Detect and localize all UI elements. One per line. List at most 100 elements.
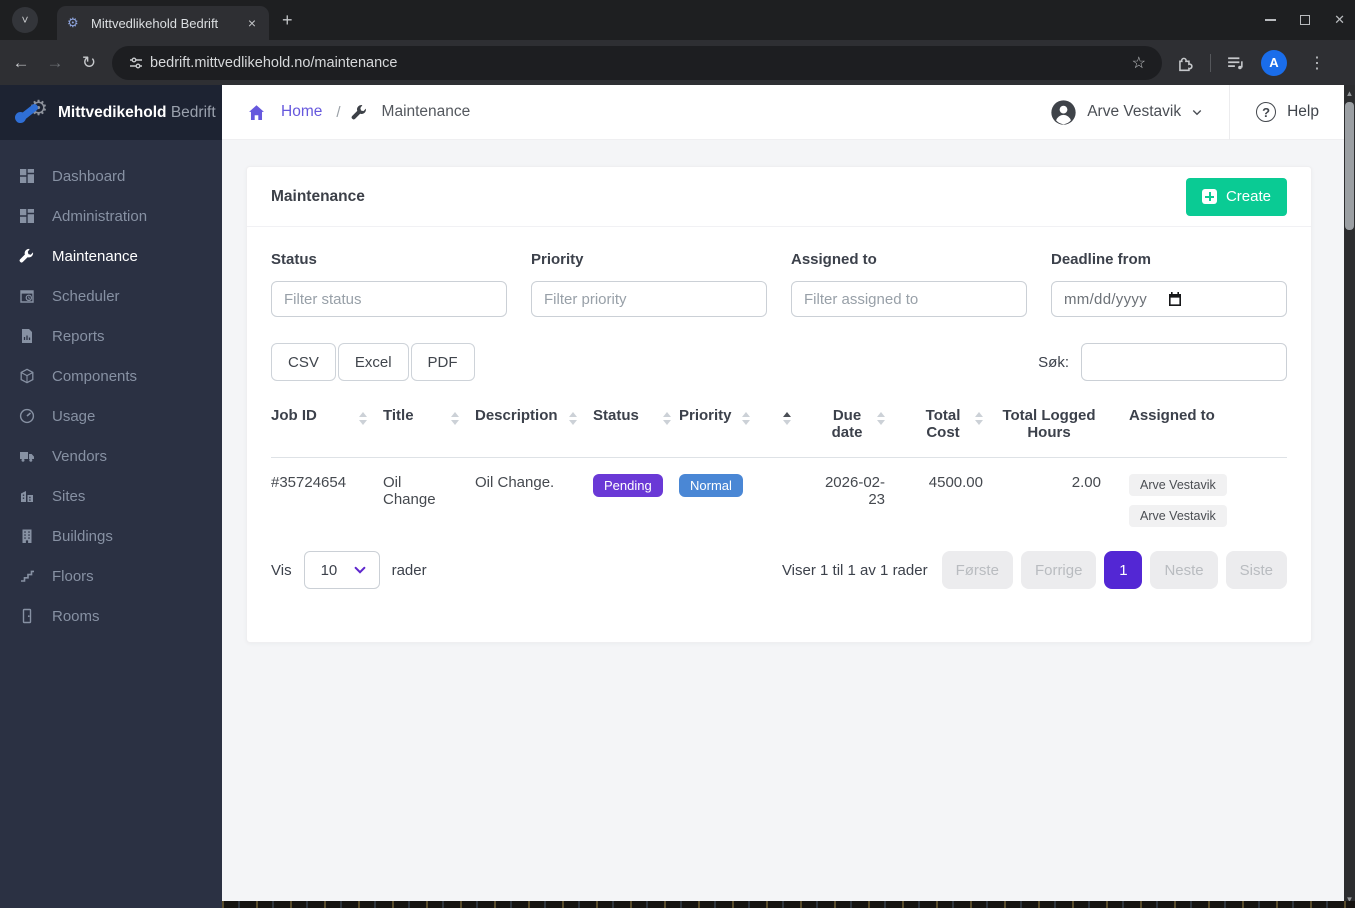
minimize-icon[interactable] — [1265, 19, 1277, 21]
header-label: Due date — [831, 407, 863, 441]
sidebar-item-maintenance[interactable]: Maintenance — [0, 236, 222, 276]
tab-title: Mittvedlikehold Bedrift — [91, 15, 219, 31]
media-controls-icon[interactable] — [1227, 54, 1245, 72]
tools-row: CSV Excel PDF Søk: — [271, 343, 1287, 381]
priority-badge: Normal — [679, 474, 743, 497]
filter-priority-input[interactable] — [531, 281, 767, 317]
reload-icon[interactable]: ↻ — [72, 53, 106, 73]
sidebar-item-label: Buildings — [52, 527, 113, 545]
new-tab-button[interactable]: + — [282, 10, 293, 30]
export-csv-button[interactable]: CSV — [271, 343, 336, 381]
sidebar-item-scheduler[interactable]: Scheduler — [0, 276, 222, 316]
search-input[interactable] — [1081, 343, 1287, 381]
sort-icon — [359, 412, 367, 425]
table-search: Søk: — [1038, 343, 1287, 381]
sidebar-item-dashboard[interactable]: Dashboard — [0, 156, 222, 196]
topbar-right: Arve Vestavik ? Help — [1050, 84, 1355, 140]
pagination-last-button[interactable]: Siste — [1225, 551, 1287, 589]
tab-close-icon[interactable]: × — [245, 15, 259, 31]
header-label: Job ID — [271, 407, 317, 424]
bookmark-star-icon[interactable]: ☆ — [1132, 53, 1150, 73]
filter-assigned-group: Assigned to — [791, 251, 1027, 317]
column-header-total-logged-hours[interactable]: Total Logged Hours — [983, 399, 1101, 457]
sort-icon — [741, 412, 750, 425]
filter-assigned-input[interactable] — [791, 281, 1027, 317]
scroll-up-icon[interactable]: ▲ — [1344, 89, 1355, 98]
building-icon — [22, 529, 32, 543]
administration-icon — [20, 209, 34, 223]
column-header-due-date[interactable]: Due date — [797, 399, 885, 457]
sort-icon — [451, 412, 459, 425]
calendar-icon[interactable] — [1167, 291, 1183, 307]
brand-text: Mittvedikehold Bedrift — [58, 104, 216, 122]
column-header-title[interactable]: Title — [383, 399, 475, 457]
pagination-page-1-button[interactable]: 1 — [1104, 551, 1143, 589]
pagination-first-button[interactable]: Første — [941, 551, 1013, 589]
home-icon[interactable] — [248, 104, 265, 121]
filter-priority-label: Priority — [531, 251, 584, 268]
back-icon[interactable]: ← — [4, 53, 38, 73]
brand-light: Bedrift — [170, 103, 216, 121]
table-footer: Vis 10 rader Viser 1 til 1 av 1 rader Fø… — [271, 551, 1287, 589]
window-controls: ✕ — [1265, 0, 1345, 40]
sidebar-item-rooms[interactable]: Rooms — [0, 596, 222, 636]
filters-row: Status Priority Assigned to Deadline fro… — [271, 251, 1287, 317]
help-button[interactable]: ? Help — [1230, 102, 1355, 122]
cube-icon — [20, 368, 34, 384]
table-row[interactable]: #35724654 Oil Change Oil Change. Pending… — [271, 458, 1287, 535]
active-sort-ascending-icon — [783, 412, 791, 425]
create-button[interactable]: Create — [1185, 177, 1287, 216]
sidebar-item-components[interactable]: Components — [0, 356, 222, 396]
close-icon[interactable]: ✕ — [1334, 12, 1345, 28]
page-size-suffix: rader — [391, 561, 427, 579]
sidebar-item-floors[interactable]: Floors — [0, 556, 222, 596]
column-header-job-id[interactable]: Job ID — [271, 399, 383, 457]
filter-status-label: Status — [271, 251, 317, 268]
browser-tab[interactable]: ⚙ Mittvedlikehold Bedrift × — [57, 6, 269, 40]
site-controls-icon[interactable] — [128, 55, 144, 71]
cell-job-id: #35724654 — [271, 474, 347, 491]
forward-icon[interactable]: → — [38, 53, 72, 73]
browser-menu-icon[interactable]: ⋮ — [1303, 53, 1331, 73]
sidebar-item-usage[interactable]: Usage — [0, 396, 222, 436]
pagination-previous-button[interactable]: Forrige — [1020, 551, 1097, 589]
sidebar-item-label: Floors — [52, 567, 94, 585]
maximize-icon[interactable] — [1300, 15, 1311, 25]
export-excel-button[interactable]: Excel — [337, 343, 409, 381]
user-name: Arve Vestavik — [1087, 103, 1182, 120]
toolbar-right: A ⋮ — [1176, 49, 1331, 76]
column-header-description[interactable]: Description — [475, 399, 593, 457]
column-header-total-cost[interactable]: Total Cost — [885, 399, 983, 457]
sidebar-item-buildings[interactable]: Buildings — [0, 516, 222, 556]
sidebar-item-sites[interactable]: Sites — [0, 476, 222, 516]
page-scrollbar[interactable]: ▲ ▼ — [1344, 85, 1355, 908]
sidebar-item-vendors[interactable]: Vendors — [0, 436, 222, 476]
user-menu[interactable]: Arve Vestavik — [1050, 99, 1229, 126]
url-bar[interactable]: bedrift.mittvedlikehold.no/maintenance ☆ — [112, 45, 1162, 80]
sidebar-item-label: Rooms — [52, 607, 100, 625]
cell-due-date: 2026-02-23 — [797, 458, 885, 535]
chevron-down-icon: ˅ — [21, 13, 29, 27]
header-label: Assigned to — [1129, 407, 1215, 424]
breadcrumb-home-link[interactable]: Home — [281, 103, 322, 121]
page-size-select[interactable]: 10 — [303, 551, 380, 589]
sidebar-item-reports[interactable]: Reports — [0, 316, 222, 356]
filter-status-input[interactable] — [271, 281, 507, 317]
export-pdf-button[interactable]: PDF — [410, 343, 475, 381]
extensions-icon[interactable] — [1176, 54, 1194, 72]
breadcrumb-separator: / — [336, 103, 341, 121]
column-header-priority[interactable]: Priority — [679, 399, 797, 457]
due-date-text: 2026-02-23 — [824, 474, 885, 508]
sidebar-item-label: Scheduler — [52, 287, 120, 305]
scrollbar-thumb[interactable] — [1345, 102, 1354, 230]
sidebar-brand[interactable]: ⚙ Mittvedikehold Bedrift — [0, 85, 222, 140]
sidebar-item-administration[interactable]: Administration — [0, 196, 222, 236]
browser-profile-avatar[interactable]: A — [1261, 49, 1287, 76]
deadline-date-input[interactable]: mm/dd/yyyy — [1051, 281, 1287, 317]
filter-assigned-label: Assigned to — [791, 251, 877, 268]
tab-search-button[interactable]: ˅ — [12, 7, 38, 33]
pagination-next-button[interactable]: Neste — [1150, 551, 1218, 589]
cell-priority: Normal — [679, 458, 797, 535]
column-header-assigned-to[interactable]: Assigned to — [1101, 399, 1287, 457]
column-header-status[interactable]: Status — [593, 399, 679, 457]
